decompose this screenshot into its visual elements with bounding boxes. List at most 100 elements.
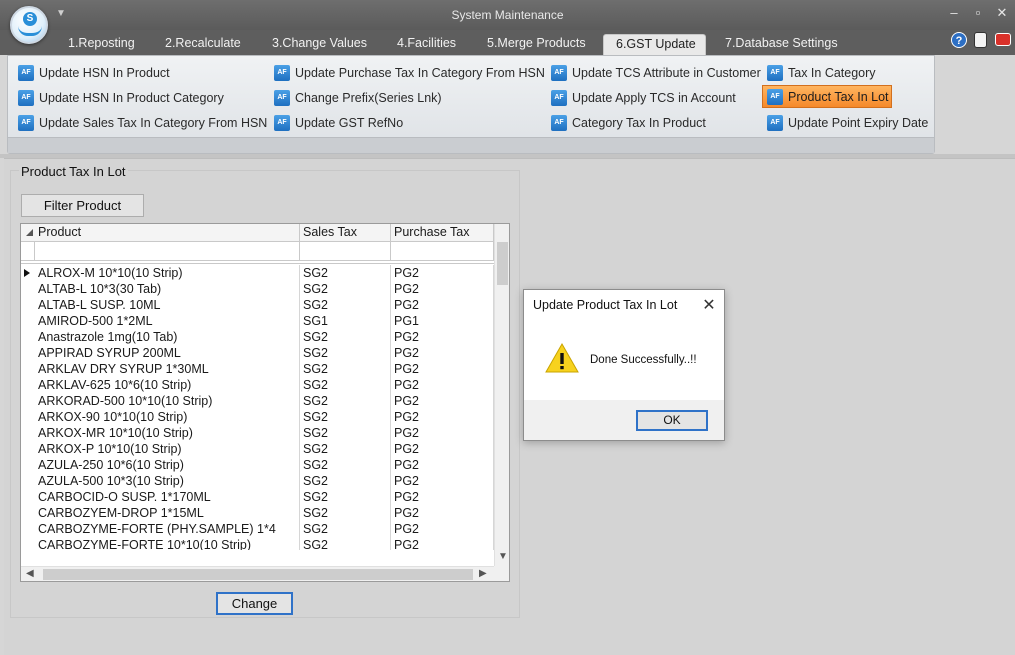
cell-sales-tax[interactable]: SG2: [300, 281, 391, 297]
cell-sales-tax[interactable]: SG2: [300, 409, 391, 425]
cell-product[interactable]: CARBOZYEM-DROP 1*15ML: [35, 505, 300, 521]
cell-product[interactable]: CARBOZYME-FORTE 10*10(10 Strip): [35, 537, 300, 550]
row-header[interactable]: [21, 425, 35, 441]
update-hsn-in-product-button[interactable]: AF Update HSN In Product: [16, 62, 174, 83]
table-row[interactable]: ARKOX-MR 10*10(10 Strip) SG2 PG2: [21, 425, 494, 441]
row-header[interactable]: [21, 313, 35, 329]
cell-purchase-tax[interactable]: PG2: [391, 521, 494, 537]
cell-purchase-tax[interactable]: PG2: [391, 537, 494, 550]
filter-cell-sales-tax[interactable]: [300, 242, 391, 261]
category-tax-in-product-button[interactable]: AF Category Tax In Product: [549, 112, 710, 133]
cell-sales-tax[interactable]: SG2: [300, 297, 391, 313]
cell-product[interactable]: ARKLAV-625 10*6(10 Strip): [35, 377, 300, 393]
cell-sales-tax[interactable]: SG2: [300, 425, 391, 441]
cell-purchase-tax[interactable]: PG2: [391, 425, 494, 441]
cell-product[interactable]: AZULA-500 10*3(10 Strip): [35, 473, 300, 489]
restore-button[interactable]: ▫: [968, 5, 988, 20]
tab-facilities[interactable]: 4.Facilities: [389, 34, 464, 55]
tab-reposting[interactable]: 1.Reposting: [60, 34, 143, 55]
table-row[interactable]: ARKLAV DRY SYRUP 1*30ML SG2 PG2: [21, 361, 494, 377]
update-gst-refno-button[interactable]: AF Update GST RefNo: [272, 112, 407, 133]
dialog-close-button[interactable]: ✕: [700, 295, 718, 315]
cell-purchase-tax[interactable]: PG2: [391, 409, 494, 425]
filter-product-button[interactable]: Filter Product: [21, 194, 144, 217]
filter-cell-purchase-tax[interactable]: [391, 242, 494, 261]
cell-purchase-tax[interactable]: PG2: [391, 297, 494, 313]
close-button[interactable]: ✕: [992, 5, 1012, 21]
tab-database-settings[interactable]: 7.Database Settings: [717, 34, 846, 55]
minimize-button[interactable]: –: [944, 5, 964, 20]
row-header[interactable]: [21, 345, 35, 361]
cell-purchase-tax[interactable]: PG2: [391, 329, 494, 345]
row-header[interactable]: [21, 377, 35, 393]
cell-sales-tax[interactable]: SG2: [300, 521, 391, 537]
filter-cell-product[interactable]: [35, 242, 300, 261]
row-header[interactable]: [21, 441, 35, 457]
cell-sales-tax[interactable]: SG2: [300, 473, 391, 489]
cell-sales-tax[interactable]: SG2: [300, 265, 391, 281]
row-header[interactable]: [21, 537, 35, 550]
table-row[interactable]: ARKOX-90 10*10(10 Strip) SG2 PG2: [21, 409, 494, 425]
table-row[interactable]: AMIROD-500 1*2ML SG1 PG1: [21, 313, 494, 329]
grid-filter-row[interactable]: [21, 242, 494, 261]
cell-purchase-tax[interactable]: PG2: [391, 489, 494, 505]
update-hsn-in-product-category-button[interactable]: AF Update HSN In Product Category: [16, 87, 228, 108]
column-header-product[interactable]: Product: [35, 224, 300, 242]
row-header[interactable]: [21, 457, 35, 473]
table-row[interactable]: ALTAB-L 10*3(30 Tab) SG2 PG2: [21, 281, 494, 297]
cell-product[interactable]: CARBOZYME-FORTE (PHY.SAMPLE) 1*4: [35, 521, 300, 537]
cell-purchase-tax[interactable]: PG2: [391, 361, 494, 377]
table-row[interactable]: ARKORAD-500 10*10(10 Strip) SG2 PG2: [21, 393, 494, 409]
cell-purchase-tax[interactable]: PG2: [391, 265, 494, 281]
table-row[interactable]: CARBOZYME-FORTE (PHY.SAMPLE) 1*4 SG2 PG2: [21, 521, 494, 537]
table-row[interactable]: Anastrazole 1mg(10 Tab) SG2 PG2: [21, 329, 494, 345]
row-header[interactable]: [21, 521, 35, 537]
ok-button[interactable]: OK: [636, 410, 708, 431]
exit-icon[interactable]: [995, 33, 1011, 46]
row-header[interactable]: [21, 393, 35, 409]
table-row[interactable]: CARBOZYME-FORTE 10*10(10 Strip) SG2 PG2: [21, 537, 494, 550]
update-purchase-tax-in-category-button[interactable]: AF Update Purchase Tax In Category From H…: [272, 62, 549, 83]
cell-product[interactable]: Anastrazole 1mg(10 Tab): [35, 329, 300, 345]
cell-product[interactable]: ARKORAD-500 10*10(10 Strip): [35, 393, 300, 409]
cell-purchase-tax[interactable]: PG2: [391, 441, 494, 457]
scroll-right-icon[interactable]: ▶: [479, 568, 487, 579]
table-row[interactable]: AZULA-500 10*3(10 Strip) SG2 PG2: [21, 473, 494, 489]
product-tax-grid[interactable]: Product Sales Tax Purchase Tax ALROX-M 1…: [20, 223, 510, 582]
tab-recalculate[interactable]: 2.Recalculate: [157, 34, 249, 55]
cell-sales-tax[interactable]: SG2: [300, 377, 391, 393]
cell-product[interactable]: APPIRAD SYRUP 200ML: [35, 345, 300, 361]
table-row[interactable]: AZULA-250 10*6(10 Strip) SG2 PG2: [21, 457, 494, 473]
change-button[interactable]: Change: [216, 592, 293, 615]
cell-purchase-tax[interactable]: PG2: [391, 393, 494, 409]
cell-product[interactable]: AMIROD-500 1*2ML: [35, 313, 300, 329]
cell-sales-tax[interactable]: SG2: [300, 489, 391, 505]
cell-product[interactable]: ARKOX-MR 10*10(10 Strip): [35, 425, 300, 441]
row-header[interactable]: [21, 473, 35, 489]
vertical-scrollbar[interactable]: ▼: [494, 224, 509, 566]
update-sales-tax-in-category-button[interactable]: AF Update Sales Tax In Category From HSN: [16, 112, 271, 133]
cell-sales-tax[interactable]: SG2: [300, 457, 391, 473]
cell-sales-tax[interactable]: SG1: [300, 313, 391, 329]
cell-sales-tax[interactable]: SG2: [300, 441, 391, 457]
row-header[interactable]: [21, 329, 35, 345]
tab-change-values[interactable]: 3.Change Values: [264, 34, 375, 55]
vertical-scroll-thumb[interactable]: [497, 242, 508, 285]
cell-sales-tax[interactable]: SG2: [300, 537, 391, 550]
cell-purchase-tax[interactable]: PG2: [391, 457, 494, 473]
app-logo-icon[interactable]: S: [10, 6, 48, 44]
update-point-expiry-date-button[interactable]: AF Update Point Expiry Date: [765, 112, 932, 133]
cell-product[interactable]: CARBOCID-O SUSP. 1*170ML: [35, 489, 300, 505]
product-tax-in-lot-button[interactable]: AF Product Tax In Lot: [762, 85, 892, 108]
cell-purchase-tax[interactable]: PG1: [391, 313, 494, 329]
row-header[interactable]: [21, 505, 35, 521]
row-header[interactable]: [21, 281, 35, 297]
cell-sales-tax[interactable]: SG2: [300, 329, 391, 345]
cell-product[interactable]: ALROX-M 10*10(10 Strip): [35, 265, 300, 281]
cell-product[interactable]: ARKOX-P 10*10(10 Strip): [35, 441, 300, 457]
table-row[interactable]: ALTAB-L SUSP. 10ML SG2 PG2: [21, 297, 494, 313]
cell-product[interactable]: ARKLAV DRY SYRUP 1*30ML: [35, 361, 300, 377]
column-header-purchase-tax[interactable]: Purchase Tax: [391, 224, 494, 242]
horizontal-scrollbar[interactable]: ◀ ▶: [21, 566, 494, 581]
tax-in-category-button[interactable]: AF Tax In Category: [765, 62, 880, 83]
